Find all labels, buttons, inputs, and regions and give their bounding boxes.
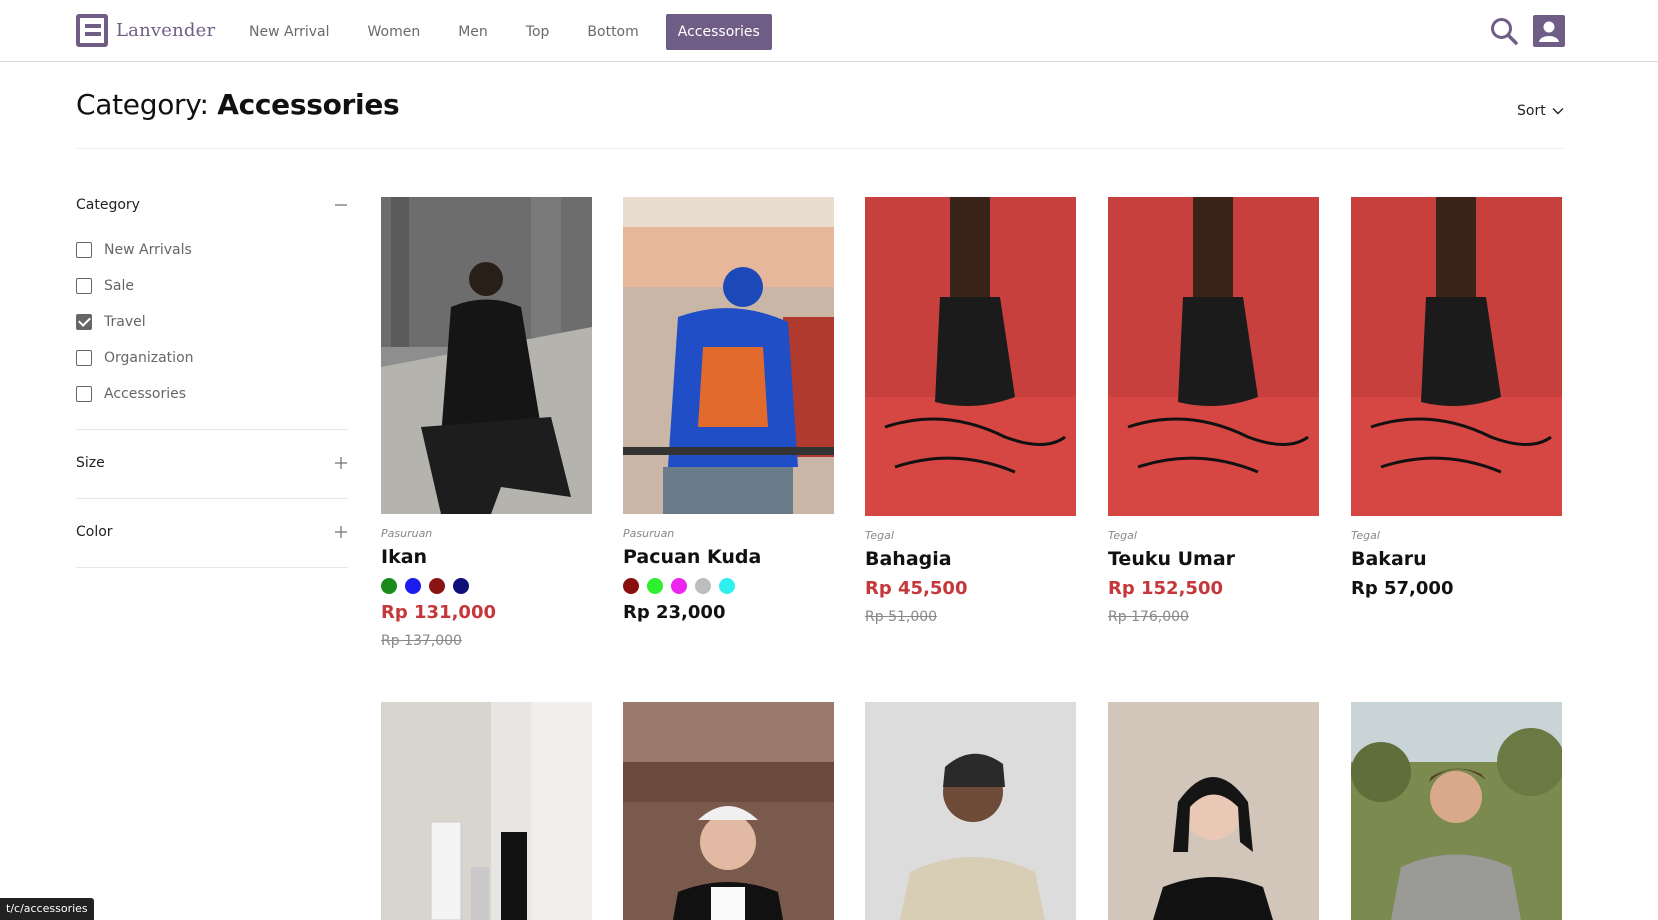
filter-option-label: Travel: [104, 314, 146, 330]
checkbox[interactable]: [76, 386, 92, 402]
product-location: Pasuruan: [623, 527, 675, 540]
page-title: Category: Accessories: [76, 88, 400, 121]
product-image[interactable]: [1108, 702, 1319, 920]
plus-icon: [335, 457, 347, 469]
product-image[interactable]: [381, 197, 592, 514]
product-old-price: Rp 137,000: [381, 633, 462, 649]
product-image[interactable]: [1351, 702, 1562, 920]
color-swatches: [381, 578, 592, 594]
filter-option-travel[interactable]: Travel: [76, 314, 146, 330]
filter-option-label: New Arrivals: [104, 242, 192, 258]
filter-divider: [76, 567, 348, 568]
filter-size-toggle[interactable]: Size: [76, 455, 348, 471]
status-bar-url: t/c/accessories: [0, 898, 94, 920]
nav-new-arrival[interactable]: New Arrival: [230, 14, 348, 50]
filter-category-label: Category: [76, 197, 140, 213]
user-icon[interactable]: [1533, 15, 1565, 47]
checkbox-checked[interactable]: [76, 314, 92, 330]
top-navigation-bar: Lanvender New Arrival Women Men Top Bott…: [0, 0, 1658, 62]
nav-accessories[interactable]: Accessories: [665, 14, 772, 50]
color-swatch-navy[interactable]: [453, 578, 469, 594]
filter-option-sale[interactable]: Sale: [76, 278, 134, 294]
product-image[interactable]: [1351, 197, 1562, 516]
color-swatch-green[interactable]: [647, 578, 663, 594]
main-nav: New Arrival Women Men Top Bottom Accesso…: [230, 14, 772, 50]
filter-option-label: Sale: [104, 278, 134, 294]
page-title-category: Accessories: [217, 88, 400, 121]
brand-logo[interactable]: Lanvender: [76, 14, 215, 47]
page-title-prefix: Category:: [76, 88, 209, 121]
product-price: Rp 131,000: [381, 602, 496, 623]
filter-option-new-arrivals[interactable]: New Arrivals: [76, 242, 192, 258]
product-location: Tegal: [1108, 529, 1137, 542]
product-old-price: Rp 51,000: [865, 609, 938, 625]
product-name[interactable]: Bakaru: [1351, 548, 1562, 570]
color-swatch-maroon[interactable]: [429, 578, 445, 594]
product-location: Pasuruan: [381, 527, 433, 540]
color-swatch-blue[interactable]: [405, 578, 421, 594]
product-name[interactable]: Teuku Umar: [1108, 548, 1319, 570]
sort-label: Sort: [1517, 103, 1546, 119]
color-swatch-gray[interactable]: [695, 578, 711, 594]
nav-men[interactable]: Men: [439, 14, 507, 50]
filter-category-toggle[interactable]: Category: [76, 197, 348, 213]
filter-option-label: Accessories: [104, 386, 187, 402]
logo-icon: [76, 14, 108, 47]
filter-divider: [76, 429, 348, 430]
sort-dropdown[interactable]: Sort: [1517, 103, 1564, 119]
product-card[interactable]: Tegal Bahagia Rp 45,500 Rp 51,000: [865, 197, 1076, 625]
product-card[interactable]: Pasuruan Pacuan Kuda Rp 23,000: [623, 197, 834, 623]
checkbox[interactable]: [76, 242, 92, 258]
title-divider: [76, 148, 1564, 149]
filter-option-accessories[interactable]: Accessories: [76, 386, 186, 402]
product-image[interactable]: [1108, 197, 1319, 516]
nav-women[interactable]: Women: [348, 14, 439, 50]
color-swatches: [623, 578, 834, 594]
product-image[interactable]: [865, 702, 1076, 920]
color-swatch-green[interactable]: [381, 578, 397, 594]
filter-divider: [76, 498, 348, 499]
color-swatch-magenta[interactable]: [671, 578, 687, 594]
product-name[interactable]: Ikan: [381, 546, 592, 568]
nav-bottom[interactable]: Bottom: [568, 14, 657, 50]
product-old-price: Rp 176,000: [1108, 609, 1189, 625]
product-price: Rp 152,500: [1108, 578, 1223, 599]
product-image[interactable]: [623, 702, 834, 920]
nav-top[interactable]: Top: [507, 14, 569, 50]
product-image[interactable]: [381, 702, 592, 920]
product-location: Tegal: [865, 529, 894, 542]
product-price: Rp 23,000: [623, 602, 726, 623]
product-name[interactable]: Bahagia: [865, 548, 1076, 570]
filter-size-label: Size: [76, 455, 105, 471]
chevron-down-icon: [1552, 108, 1564, 115]
product-image[interactable]: [623, 197, 834, 514]
search-icon[interactable]: [1489, 16, 1519, 46]
checkbox[interactable]: [76, 350, 92, 366]
checkbox[interactable]: [76, 278, 92, 294]
color-swatch-maroon[interactable]: [623, 578, 639, 594]
plus-icon: [335, 526, 347, 538]
color-swatch-cyan[interactable]: [719, 578, 735, 594]
filter-color-toggle[interactable]: Color: [76, 524, 348, 540]
product-card[interactable]: Pasuruan Ikan Rp 131,000 Rp 137,000: [381, 197, 592, 649]
brand-name: Lanvender: [116, 20, 216, 41]
minus-icon: [335, 204, 347, 206]
product-image[interactable]: [865, 197, 1076, 516]
product-name[interactable]: Pacuan Kuda: [623, 546, 834, 568]
filter-option-label: Organization: [104, 350, 194, 366]
product-card[interactable]: Tegal Teuku Umar Rp 152,500 Rp 176,000: [1108, 197, 1319, 625]
filter-option-organization[interactable]: Organization: [76, 350, 194, 366]
product-location: Tegal: [1351, 529, 1380, 542]
product-card[interactable]: Tegal Bakaru Rp 57,000: [1351, 197, 1562, 599]
product-price: Rp 57,000: [1351, 578, 1454, 599]
filter-color-label: Color: [76, 524, 113, 540]
product-price: Rp 45,500: [865, 578, 968, 599]
